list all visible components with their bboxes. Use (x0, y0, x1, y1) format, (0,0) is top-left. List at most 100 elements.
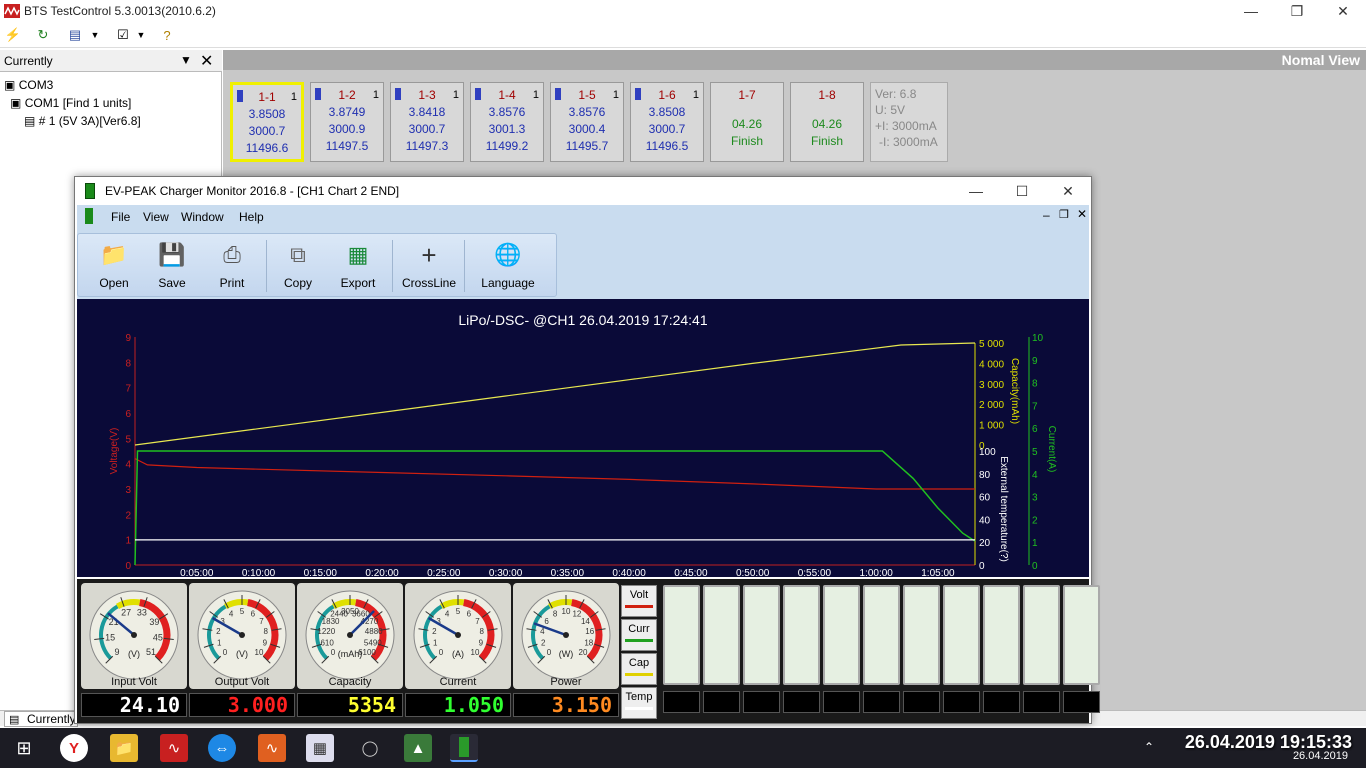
file-explorer-icon[interactable]: 📁 (110, 734, 138, 762)
temperature-tick-label: 20 (979, 538, 991, 549)
channels-icon[interactable]: ▤ (66, 26, 84, 44)
legend-volt-button[interactable]: Volt (621, 585, 657, 617)
refresh-icon[interactable]: ↻ (34, 26, 52, 44)
clock-date[interactable]: 26.04.2019 (1293, 750, 1348, 762)
menu-file[interactable]: File (111, 210, 130, 224)
help-icon[interactable]: ? (158, 26, 176, 44)
channel-label: 1-8 (818, 88, 836, 102)
cell-bar (1023, 585, 1060, 685)
gauge-tick-label: 0 (547, 648, 552, 657)
save-button[interactable]: 💾 Save (144, 240, 200, 290)
bts-taskbar-icon[interactable]: ∿ (160, 734, 188, 762)
windows-start-icon[interactable]: ⊞ (10, 734, 38, 762)
channel-card[interactable]: 1 1-5 3.8576 3000.4 11495.7 (550, 82, 624, 162)
unit-icon: ▤ (24, 114, 36, 128)
cell-value-box (863, 691, 900, 713)
panel-header: Currently ▼ ✕ (0, 50, 222, 72)
channel-date: 04.26 (811, 117, 843, 131)
ev-close-button[interactable]: ✕ (1045, 180, 1091, 202)
report-icon[interactable]: ☑ (114, 26, 132, 44)
close-panel-icon[interactable]: ✕ (200, 51, 213, 71)
gauge-unit: (V) (236, 649, 248, 659)
open-button[interactable]: 📁 Open (86, 240, 142, 290)
gauge-tick-label: 39 (149, 617, 159, 627)
x-tick-label: 1:05:00 (921, 568, 955, 577)
gauge-tick-label: 4 (229, 610, 234, 619)
child-close-icon[interactable]: ✕ (1077, 207, 1087, 221)
version-line: Ver: 6.8 (875, 87, 917, 101)
channel-card[interactable]: 1 1-6 3.8508 3000.7 11496.5 (630, 82, 704, 162)
tab-currently[interactable]: ▤ Currently (4, 711, 78, 727)
temperature-tick-label: 40 (979, 515, 991, 526)
export-button[interactable]: ▦ Export (330, 240, 386, 290)
menu-view[interactable]: View (143, 210, 169, 224)
copy-button[interactable]: ⧉ Copy (270, 240, 326, 290)
print-button[interactable]: ⎙ Print (204, 240, 260, 290)
yandex-browser-icon[interactable]: Y (60, 734, 88, 762)
legend-cap-button[interactable]: Cap (621, 653, 657, 685)
restore-button[interactable]: ❐ (1274, 0, 1320, 22)
cell-bar (903, 585, 940, 685)
cell-value-box (703, 691, 740, 713)
gauge-tick-label: 10 (255, 648, 264, 657)
crossline-button[interactable]: + CrossLine (400, 240, 458, 291)
tree-item-com3[interactable]: ▣ COM3 (4, 78, 53, 92)
channel-card[interactable]: 1 1-2 3.8749 3000.9 11497.5 (310, 82, 384, 162)
gauge-tick-label: 1 (433, 638, 438, 647)
child-restore-icon[interactable]: ❐ (1059, 208, 1069, 221)
utility-icon[interactable]: ◯ (356, 734, 384, 762)
legend-curr-button[interactable]: Curr (621, 619, 657, 651)
folder-icon: 📁 (100, 242, 128, 267)
volt-color-bar (625, 605, 653, 608)
x-tick-label: 0:25:00 (427, 568, 461, 577)
pin-icon[interactable]: ▼ (180, 53, 192, 67)
cell-value-box (1063, 691, 1100, 713)
close-button[interactable]: ✕ (1320, 0, 1366, 22)
lcd-readout: 3.000 (189, 693, 295, 717)
channel-card[interactable]: 1 1-3 3.8418 3000.7 11497.3 (390, 82, 464, 162)
paint-icon[interactable]: ▲ (404, 734, 432, 762)
gauge-dial: 01234 5 678910(V)Output Volt (197, 590, 287, 688)
channel-card[interactable]: 1 1-1 3.8508 3000.7 11496.6 (230, 82, 304, 162)
tray-chevron-icon[interactable]: ⌃ (1144, 740, 1154, 754)
current-tick-label: 4 (1032, 470, 1038, 481)
current-tick-label: 8 (1032, 379, 1038, 390)
menu-help[interactable]: Help (239, 210, 264, 224)
calculator-icon[interactable]: ▦ (306, 734, 334, 762)
chevron-down-icon[interactable]: ▼ (86, 26, 104, 44)
channel-capacity: 11497.5 (325, 139, 369, 153)
ev-minimize-button[interactable]: — (953, 180, 999, 202)
menu-window[interactable]: Window (181, 210, 224, 224)
teamviewer-icon[interactable]: ⇔ (208, 734, 236, 762)
gauge-dial: 01234 5 678910(A)Current (413, 590, 503, 688)
connect-icon[interactable]: ⚡ (4, 26, 22, 44)
chevron-down-icon[interactable]: ▼ (132, 26, 150, 44)
gauge-tick-label: 8 (263, 627, 268, 636)
temperature-tick-label: 0 (979, 561, 985, 572)
gauge-tick-label: 33 (137, 607, 147, 617)
battery-icon (237, 90, 243, 102)
child-minimize-icon[interactable]: – (1043, 208, 1050, 222)
capacity-tick-label: 4 000 (979, 359, 1004, 370)
toolbar-separator (266, 240, 267, 292)
minimize-button[interactable]: — (1228, 0, 1274, 22)
tree-item-unit[interactable]: ▤ # 1 (5V 3A)[Ver6.8] (24, 114, 141, 128)
gauge-unit: (W) (559, 649, 574, 659)
channel-voltage: 3.8508 (248, 107, 286, 121)
gauge-tick-label: 9 (263, 638, 268, 647)
channel-card[interactable]: 1 1-4 3.8576 3001.3 11499.2 (470, 82, 544, 162)
ev-maximize-button[interactable]: ☐ (999, 180, 1045, 202)
capacity-tick-label: 2 000 (979, 400, 1004, 411)
cell-bar (943, 585, 980, 685)
channel-card[interactable]: 1-7 04.26 Finish (710, 82, 784, 162)
channel-card[interactable]: 1-8 04.26 Finish (790, 82, 864, 162)
ev-peak-taskbar-icon[interactable] (450, 734, 478, 762)
channel-capacity: 11496.6 (245, 141, 289, 155)
temperature-tick-label: 100 (979, 447, 996, 458)
gauge-tick-label: 14 (581, 617, 590, 626)
legend-temp-button[interactable]: Temp (621, 687, 657, 719)
channel-current: 3001.3 (488, 122, 526, 136)
bts-alt-icon[interactable]: ∿ (258, 734, 286, 762)
language-button[interactable]: 🌐 Language (476, 240, 540, 290)
tree-item-com1[interactable]: ▣ COM1 [Find 1 units] (10, 96, 131, 110)
